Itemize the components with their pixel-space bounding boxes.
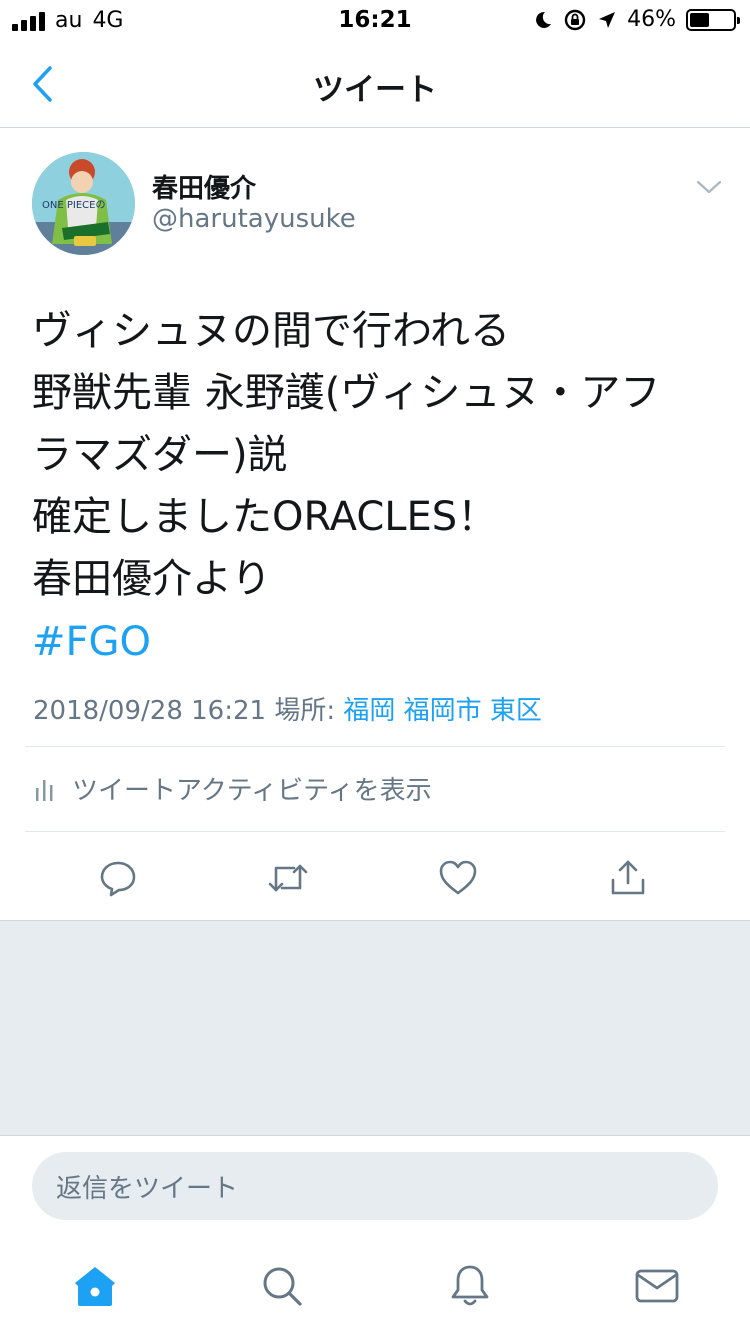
home-icon — [75, 1267, 115, 1306]
reply-icon — [100, 861, 136, 897]
rotation-lock-icon — [564, 9, 586, 30]
tweet-line: 確定しましたORACLES！ — [32, 494, 498, 540]
nav-bar: ツイート — [0, 40, 750, 128]
replies-area — [0, 920, 750, 1136]
reply-button[interactable] — [96, 856, 140, 900]
reply-placeholder: 返信をツイート — [56, 1173, 239, 1204]
bar-chart-icon — [36, 779, 53, 801]
avatar-image: ONE PIECEの — [32, 152, 135, 255]
tab-messages[interactable] — [633, 1262, 681, 1310]
avatar[interactable]: ONE PIECEの — [32, 152, 135, 255]
tab-bar — [0, 1240, 750, 1334]
like-button[interactable] — [436, 856, 480, 900]
tab-notifications[interactable] — [446, 1262, 494, 1310]
tweet-timestamp: 2018/09/28 16:21 — [33, 696, 267, 726]
status-bar: au 4G 16:21 46% — [0, 0, 750, 40]
avatar-text: ONE PIECEの — [42, 200, 105, 211]
location-label: 場所: — [274, 696, 336, 726]
tweet-line: 野獣先輩 永野護(ヴィシュヌ・アフ — [32, 370, 661, 416]
tweet-line: ラマズダー)説 — [32, 432, 288, 478]
tweet-line: ヴィシュヌの間で行われる — [32, 308, 510, 354]
chevron-down-icon — [696, 180, 722, 194]
retweet-button[interactable] — [266, 856, 310, 900]
like-icon — [439, 860, 477, 895]
share-button[interactable] — [606, 856, 650, 900]
search-icon — [263, 1267, 302, 1306]
tweet-activity-link[interactable]: ツイートアクティビティを表示 — [34, 770, 432, 807]
battery-icon — [686, 8, 740, 31]
tweet-actions — [0, 850, 750, 920]
tweet-text: ヴィシュヌの間で行われる 野獣先輩 永野護(ヴィシュヌ・アフ ラマズダー)説 確… — [32, 300, 722, 610]
location-arrow-icon — [599, 11, 616, 28]
moon-icon — [536, 11, 552, 28]
retweet-icon — [268, 864, 308, 892]
tweet-options-button[interactable] — [694, 175, 724, 199]
tab-home[interactable] — [71, 1262, 119, 1310]
share-icon — [611, 860, 645, 895]
battery-percent: 46% — [627, 7, 676, 32]
user-handle[interactable]: @harutayusuke — [152, 204, 356, 234]
location-link[interactable]: 福岡 福岡市 東区 — [343, 696, 542, 726]
tweet-line: 春田優介より — [32, 556, 272, 602]
page-title: ツイート — [313, 72, 437, 108]
divider — [25, 746, 725, 747]
hashtag-link[interactable]: #FGO — [32, 614, 151, 670]
battery-level — [690, 12, 710, 27]
tweet-meta: 2018/09/28 16:21 場所: 福岡 福岡市 東区 — [33, 690, 542, 727]
activity-label: ツイートアクティビティを表示 — [72, 776, 432, 806]
messages-icon — [635, 1269, 679, 1303]
notifications-icon — [451, 1265, 489, 1306]
display-name[interactable]: 春田優介 — [152, 168, 256, 205]
divider — [25, 831, 725, 832]
tab-search[interactable] — [258, 1262, 306, 1310]
reply-input[interactable]: 返信をツイート — [32, 1152, 718, 1220]
